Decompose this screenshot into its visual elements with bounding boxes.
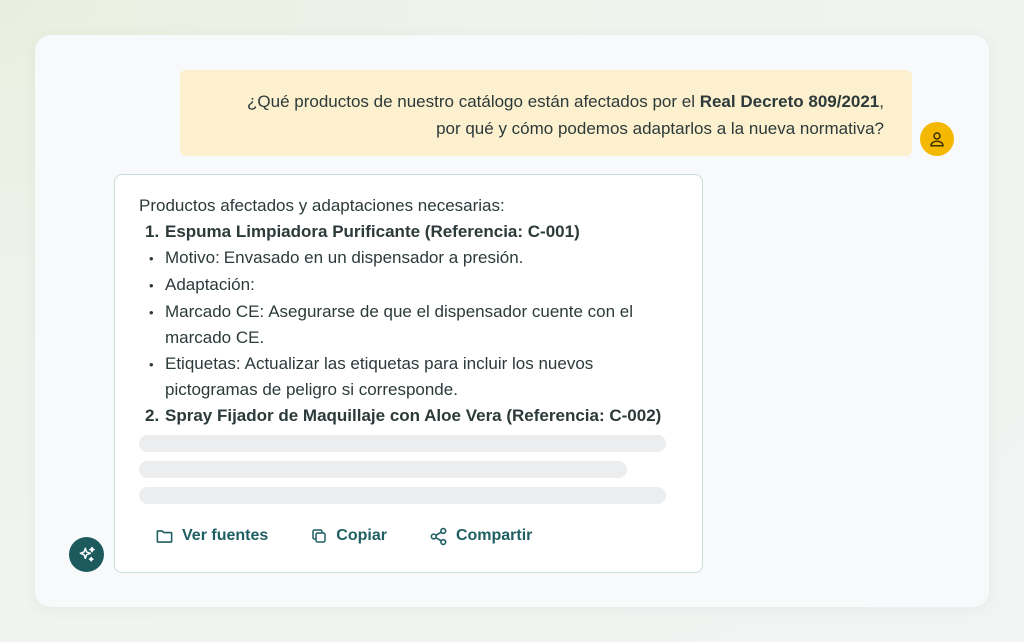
sparkle-icon xyxy=(79,546,95,562)
share-button[interactable]: Compartir xyxy=(429,523,532,549)
assistant-answer-card: Productos afectados y adaptaciones neces… xyxy=(114,174,703,573)
user-message-line-2: por qué y cómo podemos adaptarlos a la n… xyxy=(436,119,884,138)
user-avatar xyxy=(920,122,954,156)
answer-intro: Productos afectados y adaptaciones neces… xyxy=(139,196,505,215)
user-message-bold: Real Decreto 809/2021 xyxy=(699,92,880,111)
share-label: Compartir xyxy=(455,527,533,544)
list-item: Etiquetas:Actualizar las etiquetas para … xyxy=(139,351,678,403)
list-item: Motivo:Envasado en un dispensador a pres… xyxy=(139,245,678,272)
user-message-bubble: ¿Qué productos de nuestro catálogo están… xyxy=(180,70,912,156)
view-sources-button[interactable]: Ver fuentes xyxy=(155,523,268,549)
view-sources-label: Ver fuentes xyxy=(182,527,269,544)
loading-skeleton-line xyxy=(139,435,666,452)
user-message-line-1: ¿Qué productos de nuestro catálogo están… xyxy=(247,92,884,111)
list-item: Adaptación: xyxy=(139,272,678,299)
copy-label: Copiar xyxy=(336,527,387,544)
copy-button[interactable]: Copiar xyxy=(310,523,387,549)
share-icon xyxy=(430,527,447,545)
copy-icon xyxy=(312,529,327,543)
answer-actions: Ver fuentes Copiar Compartir xyxy=(155,523,532,549)
answer-item-title: 2. Spray Fijador de Maquillaje con Aloe V… xyxy=(145,406,662,425)
answer-item-title: 1. Espuma Limpiadora Purificante (Referen… xyxy=(145,222,580,241)
user-icon xyxy=(930,132,944,147)
loading-skeleton-line xyxy=(139,487,666,504)
folder-icon xyxy=(156,529,173,543)
assistant-avatar xyxy=(69,537,104,572)
loading-skeleton-line xyxy=(139,461,627,478)
list-item: Marcado CE:Asegurarse de que el dispensa… xyxy=(139,299,678,351)
